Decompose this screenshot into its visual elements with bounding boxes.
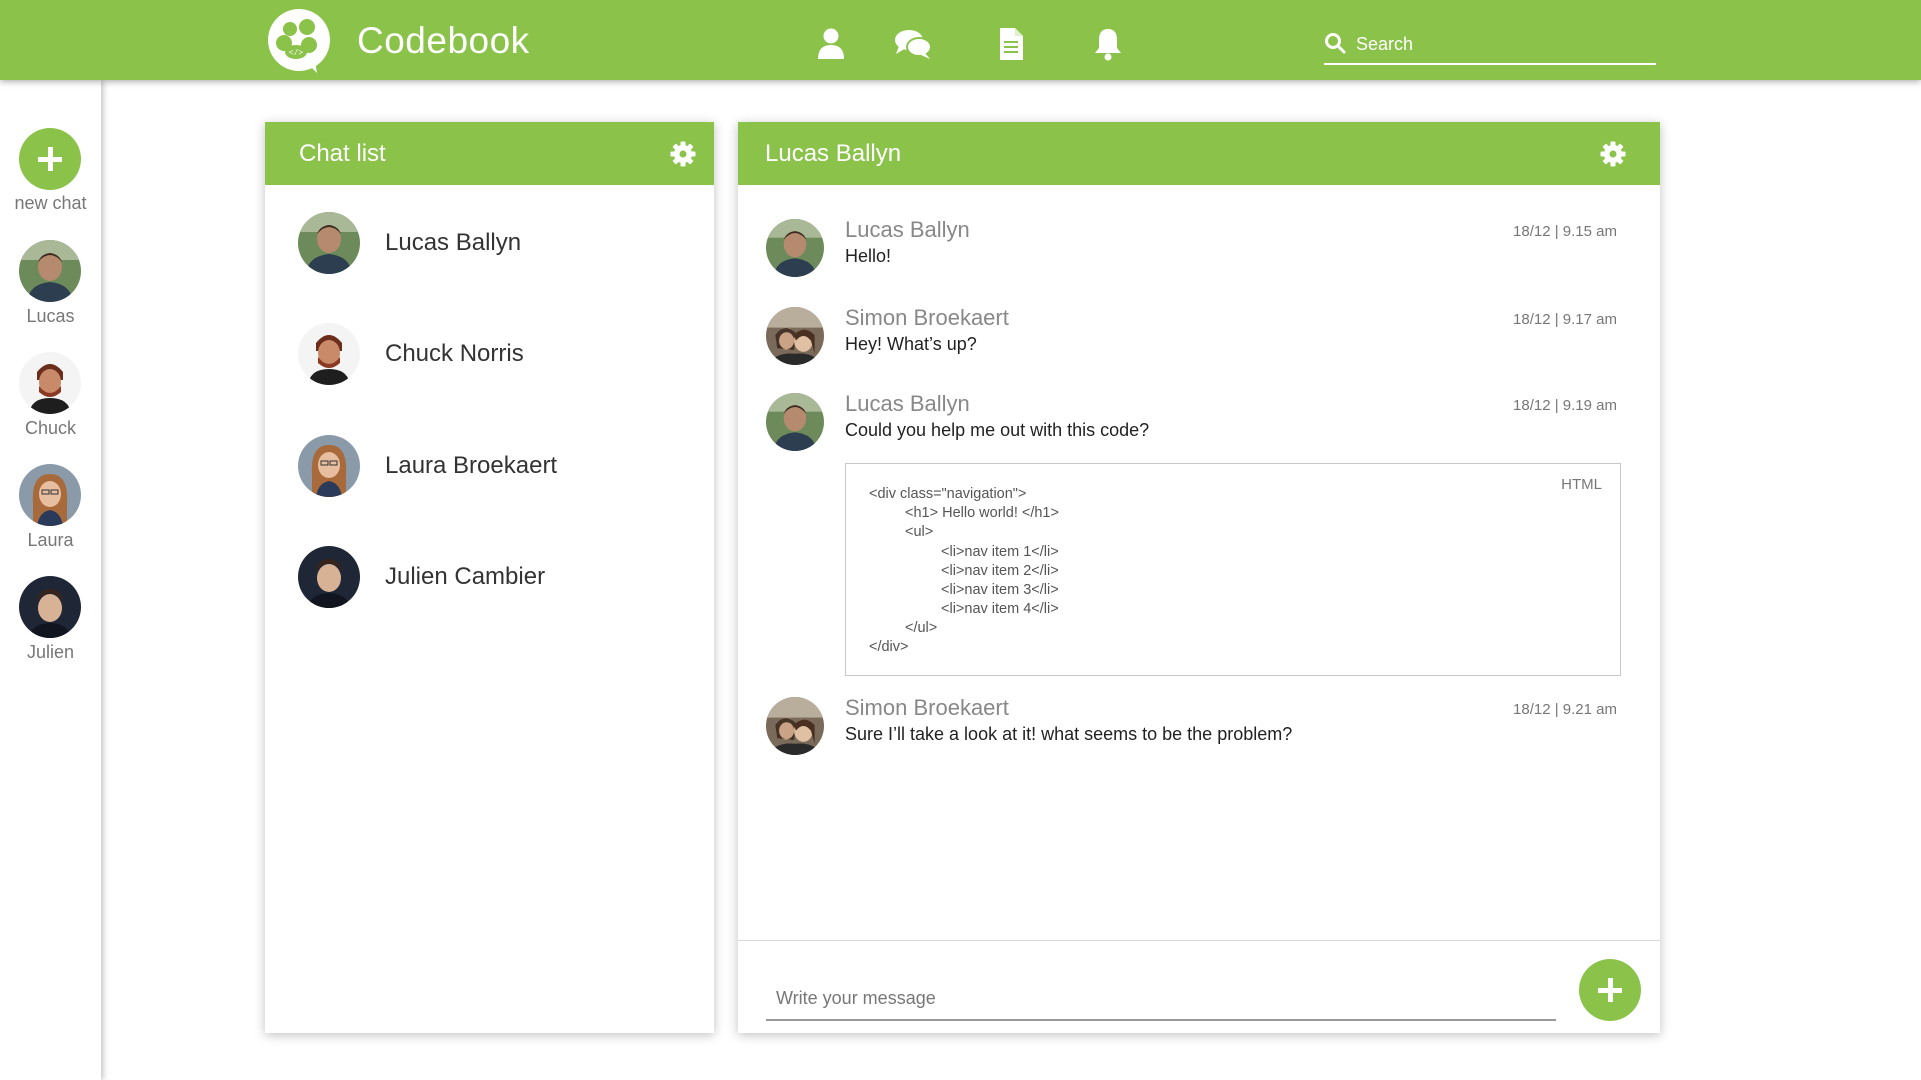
code-line: <ul> <box>905 524 934 540</box>
rail-contact-laura[interactable]: Laura <box>0 464 101 564</box>
conversation-title: Lucas Ballyn <box>765 140 902 167</box>
rail-contact-label: Lucas <box>26 306 75 326</box>
app-title: Codebook <box>357 20 530 61</box>
message-text: Hello! <box>845 246 892 266</box>
avatar <box>766 307 824 365</box>
code-line: </ul> <box>905 620 938 636</box>
search-input[interactable] <box>1356 30 1646 58</box>
svg-text:</>: </> <box>289 49 304 58</box>
conversation-header: Lucas Ballyn <box>738 122 1660 185</box>
code-snippet: HTML <div class="navigation"> <h1> Hello… <box>845 463 1621 676</box>
message-timestamp: 18/12 | 9.21 am <box>1513 701 1617 718</box>
profile-icon[interactable] <box>813 26 849 62</box>
message-text: Hey! What’s up? <box>845 334 977 354</box>
chat-list-panel: Chat list Lucas Ballyn Chuck Norris Laur… <box>265 122 714 1033</box>
conversation-panel: Lucas Ballyn Lucas Ballyn 18/12 | 9.15 a… <box>738 122 1660 1033</box>
search-icon <box>1325 33 1346 54</box>
avatar <box>298 323 360 385</box>
chat-list-item-name: Lucas Ballyn <box>385 229 522 256</box>
send-message-button[interactable] <box>1579 959 1641 1021</box>
avatar <box>19 240 81 302</box>
bell-icon[interactable] <box>1090 26 1126 62</box>
chat-list-item-name: Laura Broekaert <box>385 452 558 479</box>
code-language-label: HTML <box>1561 476 1602 493</box>
plus-icon <box>1598 978 1622 1002</box>
rail-contact-julien[interactable]: Julien <box>0 576 101 676</box>
rail-contact-lucas[interactable]: Lucas <box>0 240 101 340</box>
chat-list-item[interactable]: Julien Cambier <box>265 546 714 636</box>
message-composer <box>738 940 1660 1060</box>
search-field[interactable] <box>1324 30 1656 65</box>
rail-contact-chuck[interactable]: Chuck <box>0 352 101 452</box>
code-line: <h1> Hello world! </h1> <box>905 505 1059 521</box>
message-sender: Simon Broekaert <box>845 695 1009 720</box>
document-icon[interactable] <box>993 26 1029 62</box>
rail-contact-label: Julien <box>26 642 75 662</box>
message-text: Could you help me out with this code? <box>845 420 1150 440</box>
code-line: <li>nav item 4</li> <box>941 601 1059 617</box>
chat-list-item[interactable]: Lucas Ballyn <box>265 212 714 302</box>
message-text: Sure I’ll take a look at it! what seems … <box>845 724 1293 744</box>
message-input[interactable] <box>766 977 1556 1021</box>
message-sender: Lucas Ballyn <box>845 391 970 416</box>
avatar <box>19 576 81 638</box>
chat-list-item-name: Chuck Norris <box>385 340 524 367</box>
code-line: </div> <box>869 639 909 655</box>
settings-gear-icon[interactable] <box>1600 141 1626 167</box>
message-timestamp: 18/12 | 9.17 am <box>1513 311 1617 328</box>
avatar <box>298 546 360 608</box>
avatar <box>766 393 824 451</box>
message-sender: Lucas Ballyn <box>845 217 970 242</box>
chat-list-header: Chat list <box>265 122 714 185</box>
rail-contact-label: Laura <box>27 530 74 550</box>
message-timestamp: 18/12 | 9.15 am <box>1513 223 1617 240</box>
chat-list-item[interactable]: Laura Broekaert <box>265 435 714 525</box>
top-app-bar: </> Codebook <box>0 0 1921 80</box>
avatar <box>19 352 81 414</box>
rail-contact-label: Chuck <box>24 418 77 438</box>
contacts-rail: new chat Lucas Chuck Laura Julien <box>0 80 101 1080</box>
code-line: <div class="navigation"> <box>869 486 1027 502</box>
message-timestamp: 18/12 | 9.19 am <box>1513 397 1617 414</box>
avatar <box>766 219 824 277</box>
chat-list-title: Chat list <box>299 140 386 167</box>
new-chat-button[interactable] <box>19 128 81 190</box>
plus-icon <box>38 147 62 171</box>
code-line: <li>nav item 1</li> <box>941 544 1059 560</box>
codebook-logo-icon[interactable]: </> <box>265 7 333 75</box>
code-line: <li>nav item 2</li> <box>941 563 1059 579</box>
chat-icon[interactable] <box>893 26 933 62</box>
chat-list-item-name: Julien Cambier <box>385 563 546 590</box>
code-line: <li>nav item 3</li> <box>941 582 1059 598</box>
avatar <box>19 464 81 526</box>
new-chat-label: new chat <box>14 193 87 213</box>
avatar <box>298 212 360 274</box>
message-sender: Simon Broekaert <box>845 305 1009 330</box>
settings-gear-icon[interactable] <box>670 141 696 167</box>
avatar <box>298 435 360 497</box>
chat-list-item[interactable]: Chuck Norris <box>265 323 714 413</box>
avatar <box>766 697 824 755</box>
